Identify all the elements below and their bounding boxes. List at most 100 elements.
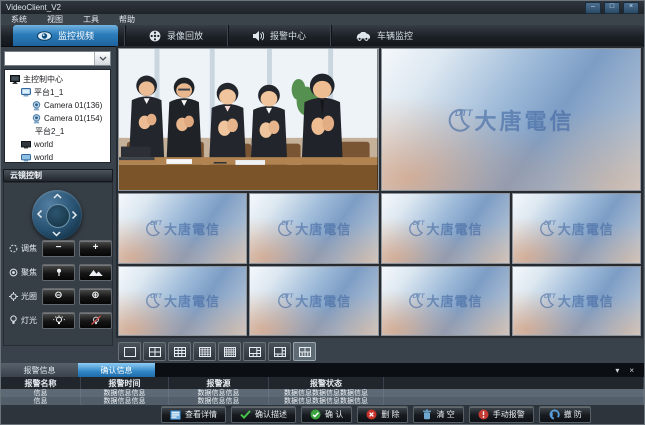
watermark-name: 大唐電信	[164, 219, 220, 238]
watermark-name: 大唐電信	[474, 104, 574, 136]
watermark-name: 大唐電信	[558, 219, 614, 238]
layout-9-button[interactable]	[168, 342, 191, 361]
ptz-row-light: 灯光	[9, 312, 116, 328]
alarm-row[interactable]: 信息数据信息信息数据信息信息数据信息数据信息数据信息	[1, 389, 644, 397]
alarm-cell-filler	[384, 397, 644, 405]
collapse-panel-icon[interactable]: ▾	[615, 366, 619, 375]
menu-item-tools[interactable]: 工具	[73, 14, 109, 25]
video-cell-8[interactable]: DTT 大唐電信	[381, 266, 510, 337]
tree-node[interactable]: Camera 01(136)	[5, 99, 110, 112]
video-cell-main[interactable]	[118, 48, 379, 191]
light-off-button[interactable]	[79, 312, 112, 329]
videoclient-window: VideoClient_V2 –□× 系统视图工具帮助 监控视频 录像回放 报警…	[0, 0, 645, 425]
layout-16-button[interactable]	[193, 342, 216, 361]
joystick-hub[interactable]	[46, 204, 70, 228]
focus-far-button[interactable]	[79, 264, 112, 281]
manual-alarm-button[interactable]: 手动报警	[469, 406, 534, 423]
tree-node[interactable]: 主控制中心	[5, 73, 110, 86]
alarm-cell-filler	[384, 389, 644, 397]
tree-node-label: 平台1_1	[34, 87, 63, 98]
iris-close-button[interactable]: ⊖	[42, 288, 75, 305]
alarm-row[interactable]: 信息数据信息信息数据信息信息数据信息数据信息数据信息	[1, 397, 644, 405]
tab-vehicle-monitor[interactable]: 车辆监控	[330, 25, 437, 46]
joystick-down-button[interactable]	[52, 231, 62, 238]
zoom-in-button[interactable]: +	[79, 240, 112, 257]
minimize-button[interactable]: –	[585, 2, 601, 14]
alarm-table: 信息数据信息信息数据信息信息数据信息数据信息数据信息信息数据信息信息数据信息信息…	[1, 389, 644, 405]
confirm-button[interactable]: 确 认	[301, 406, 352, 423]
column-header[interactable]: 报警源	[169, 377, 269, 389]
datang-watermark: DTT 大唐電信	[119, 267, 246, 336]
tree-node-label: world	[34, 140, 53, 149]
alarm-tab-confirm-info[interactable]: 确认信息	[78, 363, 155, 377]
watermark-abbr: DTT	[455, 108, 473, 118]
iris-icon	[9, 292, 18, 301]
tab-alarm-center[interactable]: 报警中心	[227, 25, 330, 46]
focus-icon	[9, 268, 18, 277]
menu-item-help[interactable]: 帮助	[109, 14, 145, 25]
focus-near-button[interactable]	[42, 264, 75, 281]
watermark-abbr: DTT	[282, 221, 294, 227]
tab-monitor-video[interactable]: 监控视频	[13, 25, 118, 46]
button-label: 确 认	[325, 409, 343, 420]
column-header[interactable]: 报警名称	[1, 377, 81, 389]
clear-button[interactable]: 清 空	[413, 406, 463, 423]
alarm-button-bar: 查看详情 确认描述 确 认 删 除 清 空 手动报警 撤 防	[161, 406, 591, 423]
zoom-out-button[interactable]: −	[42, 240, 75, 257]
layout-8-button[interactable]	[268, 342, 291, 361]
watermark-abbr: DTT	[413, 294, 425, 300]
ptz-panel-title: 云镜控制	[10, 170, 42, 181]
device-blue-icon	[21, 154, 31, 162]
watermark-name: 大唐電信	[164, 291, 220, 310]
video-cell-4[interactable]: DTT 大唐電信	[381, 193, 510, 264]
tree-node[interactable]: world	[5, 151, 110, 163]
device-tree: 主控制中心 平台1_1 Camera 01(136) Camera 01(154…	[4, 69, 111, 163]
delete-button[interactable]: 删 除	[357, 406, 408, 423]
close-panel-icon[interactable]: ×	[629, 366, 634, 375]
alarm-panel-tabs: 报警信息确认信息 ▾ ×	[1, 363, 644, 377]
video-cell-2[interactable]: DTT 大唐電信	[118, 193, 247, 264]
close-button[interactable]: ×	[623, 2, 639, 14]
menu-item-system[interactable]: 系统	[1, 14, 37, 25]
video-cell-1[interactable]: DTT 大唐電信	[381, 48, 642, 191]
menu-item-view[interactable]: 视图	[37, 14, 73, 25]
joystick-right-button[interactable]	[72, 210, 79, 220]
video-cell-3[interactable]: DTT 大唐電信	[249, 193, 378, 264]
device-select-input[interactable]	[5, 52, 94, 65]
video-cell-7[interactable]: DTT 大唐電信	[249, 266, 378, 337]
zoom-in-glyph: +	[93, 243, 99, 253]
button-label: 清 空	[436, 409, 454, 420]
layout-9-icon	[173, 346, 187, 358]
layout-4-icon	[148, 346, 162, 358]
detail-button[interactable]: 查看详情	[161, 406, 226, 423]
confirm-desc-button[interactable]: 确认描述	[231, 406, 296, 423]
ptz-joystick[interactable]	[32, 190, 82, 240]
tree-node[interactable]: Camera 01(154)	[5, 112, 110, 125]
tree-node[interactable]: world	[5, 138, 110, 151]
joystick-up-button[interactable]	[52, 192, 62, 199]
datang-watermark: DTT 大唐電信	[382, 49, 641, 190]
tree-node[interactable]: 平台1_1	[5, 86, 110, 99]
iris-open-button[interactable]: ⊕	[79, 288, 112, 305]
layout-25-button[interactable]	[218, 342, 241, 361]
chevron-down-icon[interactable]	[94, 52, 110, 65]
video-cell-9[interactable]: DTT 大唐電信	[512, 266, 641, 337]
tree-node[interactable]: 平台2_1	[5, 125, 110, 138]
light-on-button[interactable]	[42, 312, 75, 329]
layout-1-button[interactable]	[118, 342, 141, 361]
disarm-button[interactable]: 撤 防	[539, 406, 591, 423]
device-select[interactable]	[4, 51, 111, 66]
layout-4-button[interactable]	[143, 342, 166, 361]
column-header[interactable]: 报警状态	[269, 377, 384, 389]
column-header[interactable]: 报警时间	[81, 377, 169, 389]
tab-playback[interactable]: 录像回放	[124, 25, 227, 46]
layout-6-button[interactable]	[243, 342, 266, 361]
video-cell-6[interactable]: DTT 大唐電信	[118, 266, 247, 337]
iris-close-glyph: ⊖	[54, 291, 62, 301]
alarm-tab-alarm-info[interactable]: 报警信息	[1, 363, 78, 377]
joystick-left-button[interactable]	[36, 210, 43, 220]
layout-10-button[interactable]	[293, 342, 316, 361]
maximize-button[interactable]: □	[604, 2, 620, 14]
video-cell-5[interactable]: DTT 大唐電信	[512, 193, 641, 264]
layout-10-icon	[298, 346, 312, 358]
